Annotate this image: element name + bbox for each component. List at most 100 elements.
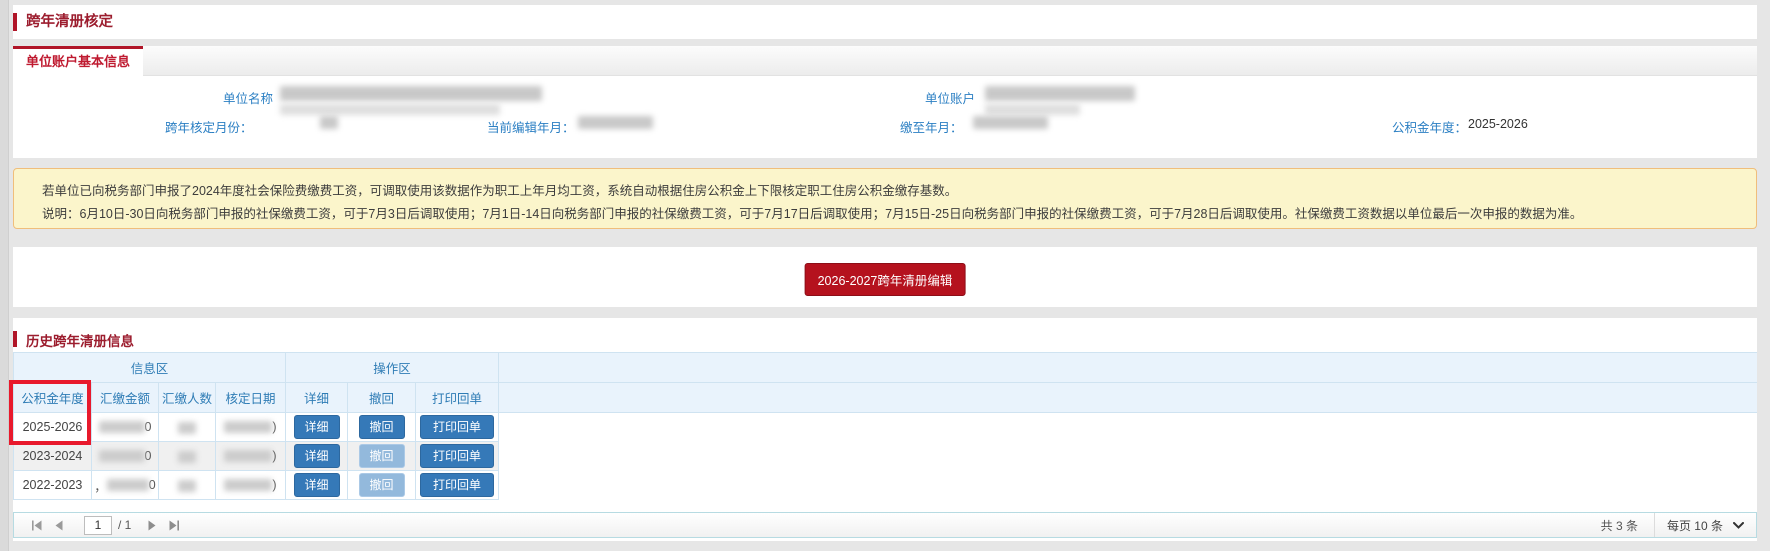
cell-withdraw: 撤回 [348, 471, 416, 500]
history-panel: 历史跨年清册信息 信息区 操作区 公积金年度 汇缴金额 汇缴人数 核定日期 详细 [13, 318, 1757, 541]
print-receipt-button[interactable]: 打印回单 [420, 415, 494, 439]
col-header-spacer [499, 383, 1757, 413]
history-table: 信息区 操作区 公积金年度 汇缴金额 汇缴人数 核定日期 详细 撤回 打印回单 [13, 352, 1757, 500]
next-page-icon[interactable] [141, 514, 163, 536]
account-info-panel: 单位账户基本信息 单位名称 单位账户 跨年核定月份： 当前编辑年月： 缴至年月：… [13, 46, 1757, 158]
detail-button[interactable]: 详细 [294, 444, 340, 468]
notice-line-1: 若单位已向税务部门申报了2024年度社会保险费缴费工资，可调取使用该数据作为职工… [42, 180, 1736, 199]
cell-print: 打印回单 [416, 442, 499, 471]
date-redacted [224, 421, 272, 433]
cell-people [159, 471, 216, 500]
cell-print: 打印回单 [416, 471, 499, 500]
cross-year-month-value-redacted [320, 116, 338, 129]
cell-spacer [499, 442, 1757, 471]
unit-name-value-redacted [280, 86, 542, 101]
notice-line-2: 说明：6月10日-30日向税务部门申报的社保缴费工资，可于7月3日后调取使用；7… [42, 203, 1736, 222]
per-page-label: 每页 10 条 [1667, 517, 1723, 534]
current-edit-month-value-redacted [578, 116, 653, 129]
cell-amount: 0 [92, 442, 159, 471]
print-receipt-button[interactable]: 打印回单 [420, 444, 494, 468]
previous-page-icon[interactable] [48, 514, 70, 536]
pagination-right: 共 3 条 每页 10 条 [1601, 513, 1756, 537]
current-edit-month-label: 当前编辑年月： [487, 117, 575, 136]
people-redacted [178, 480, 196, 492]
cell-fund-year: 2023-2024 [14, 442, 92, 471]
history-title: 历史跨年清册信息 [26, 330, 134, 350]
cell-date: ) [216, 442, 286, 471]
cell-fund-year: 2025-2026 [14, 413, 92, 442]
last-page-icon[interactable] [163, 514, 185, 536]
col-header-fund-year: 公积金年度 [14, 383, 92, 413]
table-row: 2025-2026 0 ) 详细 撤回 打印回单 [14, 413, 1758, 442]
cell-date: ) [216, 413, 286, 442]
page: 跨年清册核定 单位账户基本信息 单位名称 单位账户 跨年核定月份： 当前编辑年月… [0, 0, 1770, 551]
withdraw-button-disabled: 撤回 [359, 444, 405, 468]
unit-account-label: 单位账户 [925, 88, 975, 107]
amount-redacted [99, 421, 145, 433]
unit-account-value-redacted-line2 [985, 104, 1080, 115]
col-header-date: 核定日期 [216, 383, 286, 413]
tab-strip: 单位账户基本信息 [13, 46, 1757, 76]
cell-people [159, 413, 216, 442]
pagination-bar: / 1 共 3 条 每页 10 条 [13, 512, 1757, 538]
group-header-operation: 操作区 [286, 353, 499, 383]
cell-amount: 0 [92, 413, 159, 442]
paid-until-value-redacted [973, 116, 1048, 129]
cell-fund-year: 2022-2023 [14, 471, 92, 500]
col-header-detail: 详细 [286, 383, 348, 413]
group-header-spacer [499, 353, 1757, 383]
people-redacted [178, 422, 196, 434]
table-row: 2023-2024 0 ) 详细 撤回 打印回单 [14, 442, 1758, 471]
detail-button[interactable]: 详细 [294, 473, 340, 497]
date-redacted [224, 479, 272, 491]
paid-until-label: 缴至年月： [900, 117, 963, 136]
amount-redacted [107, 479, 149, 491]
cell-detail: 详细 [286, 471, 348, 500]
cell-withdraw: 撤回 [348, 413, 416, 442]
title-accent-bar [13, 13, 17, 31]
col-header-people: 汇缴人数 [159, 383, 216, 413]
col-header-amount: 汇缴金额 [92, 383, 159, 413]
amount-redacted [99, 450, 145, 462]
unit-name-value-redacted-line2 [280, 104, 500, 115]
cell-detail: 详细 [286, 442, 348, 471]
detail-button[interactable]: 详细 [294, 415, 340, 439]
cell-print: 打印回单 [416, 413, 499, 442]
per-page-select[interactable]: 每页 10 条 [1654, 513, 1756, 537]
first-page-icon[interactable] [26, 514, 48, 536]
group-header-info: 信息区 [14, 353, 286, 383]
cell-spacer [499, 471, 1757, 500]
column-header-row: 公积金年度 汇缴金额 汇缴人数 核定日期 详细 撤回 打印回单 [14, 383, 1758, 413]
total-count-label: 共 3 条 [1601, 517, 1638, 534]
chevron-down-icon [1733, 518, 1744, 532]
date-redacted [224, 450, 272, 462]
print-receipt-button[interactable]: 打印回单 [420, 473, 494, 497]
tab-unit-account-info[interactable]: 单位账户基本信息 [13, 46, 143, 76]
people-redacted [178, 451, 196, 463]
cell-amount: ，0 [92, 471, 159, 500]
withdraw-button[interactable]: 撤回 [359, 415, 405, 439]
page-count-label: / 1 [118, 518, 131, 532]
cross-year-edit-button[interactable]: 2026-2027跨年清册编辑 [805, 263, 966, 296]
page-number-input[interactable] [84, 516, 112, 535]
cell-withdraw: 撤回 [348, 442, 416, 471]
fund-year-label: 公积金年度： [1392, 117, 1467, 136]
withdraw-button-disabled: 撤回 [359, 473, 405, 497]
group-header-row: 信息区 操作区 [14, 353, 1758, 383]
unit-account-value-redacted [985, 86, 1135, 101]
table-row: 2022-2023 ，0 ) 详细 撤回 打印回单 [14, 471, 1758, 500]
fund-year-value: 2025-2026 [1468, 117, 1528, 131]
page-title: 跨年清册核定 [26, 5, 113, 39]
col-header-withdraw: 撤回 [348, 383, 416, 413]
cell-people [159, 442, 216, 471]
page-header-panel: 跨年清册核定 [13, 5, 1757, 39]
cell-detail: 详细 [286, 413, 348, 442]
history-accent-bar [13, 331, 17, 347]
cell-spacer [499, 413, 1757, 442]
notice-box: 若单位已向税务部门申报了2024年度社会保险费缴费工资，可调取使用该数据作为职工… [13, 168, 1757, 229]
col-header-print: 打印回单 [416, 383, 499, 413]
unit-name-label: 单位名称 [223, 88, 273, 107]
cross-year-month-label: 跨年核定月份： [165, 117, 253, 136]
action-panel: 2026-2027跨年清册编辑 [13, 247, 1757, 307]
left-edge-gutter [0, 0, 9, 551]
